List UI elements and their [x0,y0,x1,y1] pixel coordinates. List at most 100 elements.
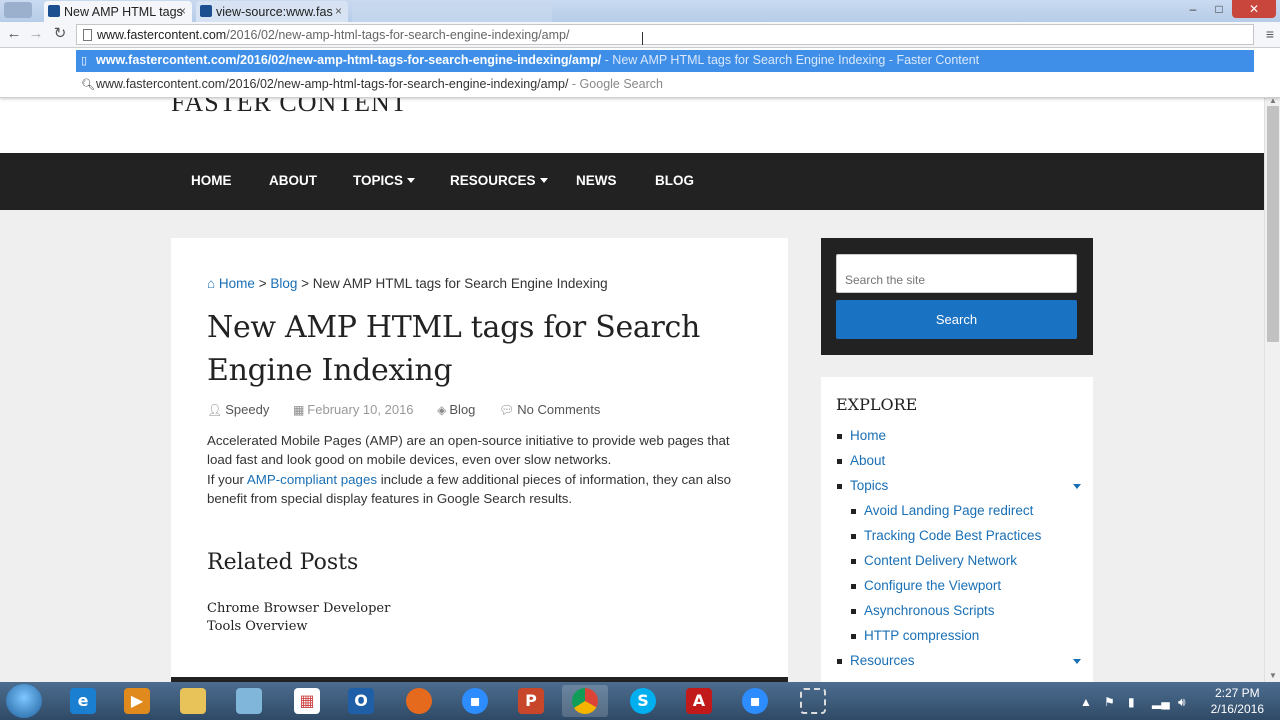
minimize-button[interactable]: – [1180,0,1206,18]
page-icon [83,29,92,41]
web-page: FASTER CONTENT HOME ABOUT TOPICS RESOURC… [0,48,1264,682]
post-author[interactable]: Speedy [225,402,269,417]
caret-down-icon[interactable] [1073,659,1081,664]
caret-down-icon[interactable] [1073,484,1081,489]
outlook-glyph: O [348,688,374,714]
explore-subitem[interactable]: Avoid Landing Page redirect [851,503,1034,518]
new-tab-button[interactable] [352,1,552,22]
search-input[interactable] [836,254,1077,293]
suggestion-item[interactable]: 🔍︎ www.fastercontent.com/2016/02/new-amp… [76,74,1254,96]
page-favicon-icon [200,5,212,17]
paragraph-text: If your [207,471,247,487]
explore-item-topics[interactable]: Topics [837,478,888,493]
tab-close-icon[interactable]: × [179,4,186,18]
explore-item-label: Avoid Landing Page redirect [864,503,1034,518]
breadcrumb: ⌂ Home > Blog > New AMP HTML tags for Se… [207,276,608,291]
show-hidden-icons-icon[interactable]: ▲ [1080,695,1092,709]
network-icon[interactable]: ▂▄ [1152,695,1170,709]
scroll-down-icon[interactable]: ▼ [1269,671,1277,680]
window-controls: – □ ✕ [1180,0,1276,20]
breadcrumb-current: New AMP HTML tags for Search Engine Inde… [312,276,608,291]
amp-compliant-link[interactable]: AMP-compliant pages [247,472,377,487]
address-path: /2016/02/new-amp-html-tags-for-search-en… [226,28,570,42]
notepad-icon[interactable] [226,685,272,717]
suggestion-url: www.fastercontent.com/2016/02/new-amp-ht… [96,77,569,91]
acrobat-icon[interactable]: A [676,685,722,717]
search-button[interactable]: Search [836,300,1077,339]
start-button[interactable] [6,684,42,718]
zoom-icon[interactable]: ▪ [452,685,498,717]
caret-down-icon [539,178,548,183]
file-explorer-icon[interactable] [170,685,216,717]
explore-widget: EXPLORE Home About Topics Avoid Landing … [821,377,1093,682]
explore-subitem[interactable]: HTTP compression [851,628,979,643]
clock-time: 2:27 PM [1214,686,1260,700]
apps-grid-icon[interactable]: ▦ [284,685,330,717]
nav-blog[interactable]: BLOG [655,173,694,188]
bullet [851,584,856,589]
page-scrollbar[interactable]: ▲ ▼ [1264,96,1280,682]
search-icon: 🔍︎ [81,79,95,91]
maximize-button[interactable]: □ [1206,0,1232,18]
explore-subitem[interactable]: Tracking Code Best Practices [851,528,1041,543]
reload-icon[interactable]: ↻ [50,24,70,44]
chrome-icon[interactable] [562,685,608,717]
explore-item-label: Asynchronous Scripts [864,603,995,618]
related-post-link[interactable]: Chrome Browser Developer Tools Overview [207,600,407,636]
outlook-icon[interactable]: O [338,685,384,717]
media-player-icon[interactable]: ▶ [114,685,160,717]
tab-view-source[interactable]: view-source:www.fas × [196,1,348,22]
close-window-button[interactable]: ✕ [1232,0,1276,18]
explore-item-about[interactable]: About [837,453,886,468]
forward-arrow-icon[interactable]: → [26,24,46,44]
tab-close-icon[interactable]: × [335,4,342,18]
breadcrumb-blog[interactable]: Blog [270,276,297,291]
zoom-meeting-icon[interactable]: ▪ [732,685,778,717]
bullet [851,509,856,514]
explore-item-resources[interactable]: Resources [837,653,915,668]
article-card: ⌂ Home > Blog > New AMP HTML tags for Se… [171,238,788,682]
breadcrumb-home[interactable]: ⌂ Home [207,276,255,291]
menu-icon[interactable]: ≡ [1266,26,1274,42]
snipping-tool-icon[interactable] [790,685,836,717]
action-center-flag-icon[interactable]: ⚑ [1104,695,1115,709]
caret-down-icon [407,178,416,183]
powerpoint-icon[interactable]: P [508,685,554,717]
calendar-icon: ▦ [292,403,305,417]
page-favicon-icon [48,5,60,17]
nav-about[interactable]: ABOUT [269,173,317,188]
volume-icon[interactable]: 🔊︎ [1178,695,1186,710]
firefox-icon[interactable] [396,685,442,717]
bullet [851,534,856,539]
system-clock[interactable]: 2:27 PM 2/16/2016 [1211,685,1264,717]
bullet [837,459,842,464]
nav-home[interactable]: HOME [191,173,232,188]
post-paragraph: If your AMP-compliant pages include a fe… [207,470,757,509]
explore-subitem[interactable]: Asynchronous Scripts [851,603,995,618]
chrome-glyph [572,688,598,714]
nav-news[interactable]: NEWS [576,173,617,188]
browser-tab-strip: New AMP HTML tags × view-source:www.fas … [0,0,1280,22]
suggestion-item[interactable]: ▯ www.fastercontent.com/2016/02/new-amp-… [76,50,1254,72]
explore-subitem[interactable]: Content Delivery Network [851,553,1017,568]
tab-new-amp-html-tags[interactable]: New AMP HTML tags × [44,1,192,22]
skype-icon[interactable]: S [620,685,666,717]
post-category[interactable]: Blog [449,402,475,417]
address-bar[interactable]: www.fastercontent.com/2016/02/new-amp-ht… [76,24,1254,45]
back-arrow-icon[interactable]: ← [4,24,24,44]
bullet [851,634,856,639]
folder-glyph [180,688,206,714]
explore-item-label: About [850,453,886,468]
ppt-glyph: P [518,688,544,714]
browser-user-icon[interactable] [4,2,32,18]
ie-glyph: e [70,688,96,714]
battery-icon[interactable]: ▮ [1128,695,1135,709]
explore-subitem[interactable]: Configure the Viewport [851,578,1001,593]
internet-explorer-icon[interactable]: e [60,685,106,717]
scrollbar-thumb[interactable] [1267,106,1279,342]
firefox-glyph [406,688,432,714]
nav-topics[interactable]: TOPICS [353,173,416,188]
nav-resources[interactable]: RESOURCES [450,173,548,188]
explore-item-home[interactable]: Home [837,428,886,443]
post-comments[interactable]: No Comments [517,402,600,417]
